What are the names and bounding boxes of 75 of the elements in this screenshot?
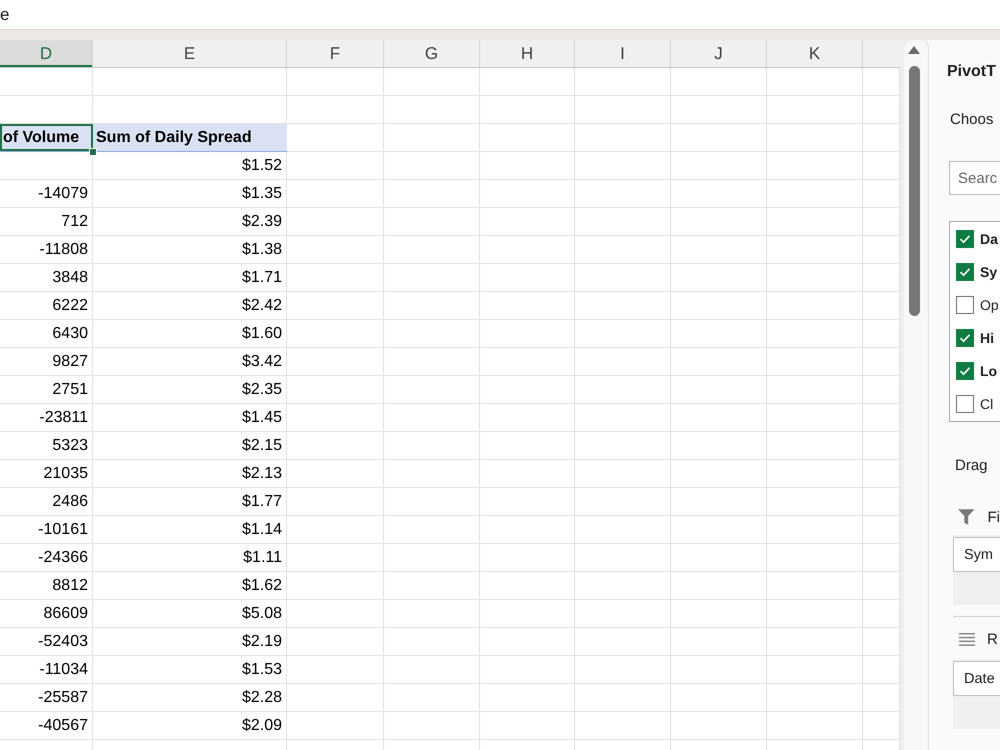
area-title: R bbox=[987, 630, 998, 648]
table-cell-text: 86609 bbox=[42, 604, 89, 624]
table-cell-text: $2.13 bbox=[240, 464, 283, 484]
rows-icon bbox=[959, 632, 975, 646]
pivot-header-cell: of Volume bbox=[0, 124, 93, 152]
scroll-up-icon[interactable] bbox=[908, 46, 920, 54]
table-cell-text: -11808 bbox=[38, 240, 89, 260]
table-cell-text: $2.09 bbox=[240, 716, 283, 736]
filter-icon bbox=[958, 509, 974, 525]
table-cell-text: -10161 bbox=[37, 520, 89, 540]
checkbox[interactable] bbox=[956, 328, 974, 346]
table-cell-text: $3.42 bbox=[240, 352, 283, 372]
panel-title: PivotT bbox=[947, 62, 996, 82]
table-cell-text: $2.35 bbox=[240, 380, 283, 400]
table-cell-text: $1.45 bbox=[240, 408, 283, 428]
table-cell-text: $2.28 bbox=[240, 688, 283, 708]
checkmark-icon bbox=[959, 332, 971, 342]
table-cell-text: $1.52 bbox=[240, 156, 283, 176]
drag-instruction: Drag bbox=[955, 456, 988, 476]
fill-handle-icon[interactable] bbox=[89, 148, 97, 156]
choose-fields-label: Choos bbox=[950, 110, 994, 130]
checkbox[interactable] bbox=[956, 362, 974, 380]
field-label: Sy bbox=[980, 264, 998, 280]
checkbox[interactable] bbox=[956, 296, 974, 314]
table-cell-text: 2486 bbox=[51, 492, 89, 512]
table-cell-text: 6222 bbox=[51, 296, 89, 316]
search-field[interactable]: Searc bbox=[949, 161, 1000, 195]
field-label: Op bbox=[980, 296, 999, 312]
table-cell-text: 9827 bbox=[51, 352, 89, 372]
table-cell-text: -24366 bbox=[37, 548, 89, 568]
table-cell-text: 3848 bbox=[51, 268, 89, 288]
checkmark-icon bbox=[959, 366, 971, 376]
table-cell-text: $5.08 bbox=[240, 604, 283, 624]
table-cell-text: -52403 bbox=[37, 632, 89, 652]
table-cell-text: $1.71 bbox=[240, 268, 283, 288]
field-label: Lo bbox=[980, 362, 998, 378]
table-cell-text: $1.60 bbox=[240, 324, 283, 344]
table-cell-text: 8812 bbox=[51, 576, 89, 596]
field-label: Hi bbox=[980, 330, 994, 346]
field-label: Da bbox=[980, 230, 998, 246]
table-cell-text: -40567 bbox=[37, 716, 89, 736]
table-cell-text: 2751 bbox=[51, 380, 89, 400]
checkbox[interactable] bbox=[956, 394, 974, 412]
table-cell-text: $2.42 bbox=[240, 296, 283, 316]
table-cell-text: $2.19 bbox=[240, 632, 283, 652]
header-text: e bbox=[0, 4, 10, 24]
table-cell-text: $1.62 bbox=[240, 576, 283, 596]
table-cell-text: -14079 bbox=[37, 184, 89, 204]
table-cell-text: $1.77 bbox=[240, 492, 283, 512]
table-cell-text: 5323 bbox=[51, 436, 89, 456]
field-chip[interactable]: Date bbox=[953, 661, 1000, 696]
area-title: Fi bbox=[988, 508, 1000, 526]
table-cell-text: $1.53 bbox=[240, 660, 283, 680]
vertical-scrollbar[interactable] bbox=[900, 40, 928, 750]
table-cell-text: 712 bbox=[60, 212, 89, 232]
table-cell-text: 21035 bbox=[42, 464, 89, 484]
table-cell-text: $2.39 bbox=[240, 212, 283, 232]
table-cell-text: $1.14 bbox=[240, 520, 283, 540]
table-cell-text: $1.38 bbox=[240, 240, 283, 260]
checkbox[interactable] bbox=[956, 262, 974, 280]
scrollbar-thumb[interactable] bbox=[908, 66, 920, 316]
pivot-header-cell: Sum of Daily Spread bbox=[93, 124, 287, 152]
table-cell-text: -23811 bbox=[38, 408, 89, 428]
table-cell-text: 6430 bbox=[51, 324, 89, 344]
table-cell-text: -11034 bbox=[38, 660, 89, 680]
table-cell-text: $1.11 bbox=[242, 548, 283, 568]
table-cell-text: $1.35 bbox=[240, 184, 283, 204]
table-cell-text: -25587 bbox=[37, 688, 89, 708]
checkbox[interactable] bbox=[956, 230, 974, 248]
checkmark-icon bbox=[959, 266, 971, 276]
checkmark-icon bbox=[959, 234, 971, 244]
table-cell-text: $2.15 bbox=[240, 436, 283, 456]
field-chip[interactable]: Sym bbox=[953, 537, 1000, 572]
column-header[interactable]: D bbox=[0, 40, 93, 67]
field-label: Cl bbox=[980, 396, 994, 412]
